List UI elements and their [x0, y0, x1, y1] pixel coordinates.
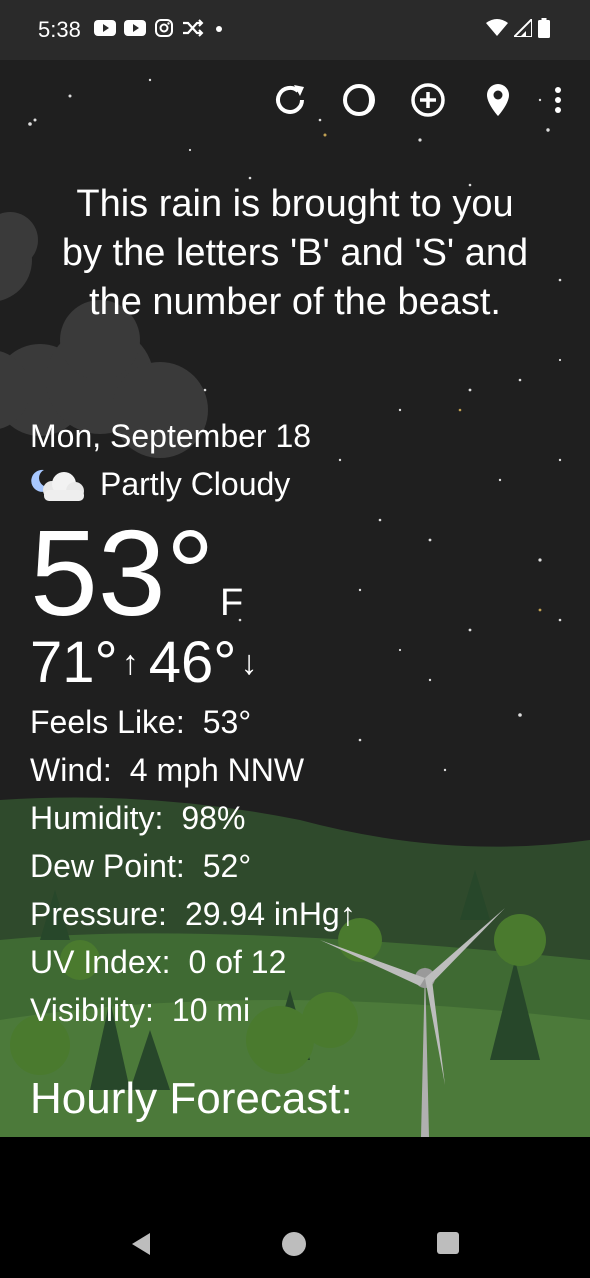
recents-icon — [437, 1232, 459, 1254]
shuffle-icon — [183, 19, 204, 37]
location-pin-icon — [487, 84, 509, 116]
high-low: 71° ↑ 46° ↓ — [30, 630, 267, 696]
detail-label: Feels Like: — [30, 704, 185, 740]
status-time: 5:38 — [38, 17, 81, 42]
temperature-unit: F — [220, 582, 244, 624]
cell-signal-icon — [514, 19, 532, 37]
navigation-bar — [0, 1137, 590, 1278]
more-vert-icon — [555, 87, 561, 113]
current-date: Mon, September 18 — [30, 418, 312, 454]
youtube-icon — [94, 20, 116, 36]
weather-screen[interactable]: This rain is brought to you by the lette… — [0, 60, 590, 1137]
detail-label: Visibility: — [30, 992, 154, 1028]
quote-line: by the letters 'B' and 'S' and — [61, 232, 529, 274]
detail-value: 4 mph NNW — [129, 752, 305, 788]
dot-icon — [216, 26, 222, 32]
detail-value: 29.94 inHg↑ — [184, 896, 356, 932]
back-button[interactable] — [128, 1231, 154, 1262]
detail-label: Pressure: — [30, 896, 167, 932]
home-icon — [282, 1232, 306, 1256]
detail-value: 53° — [202, 704, 252, 740]
arrow-down-icon: ↓ — [240, 644, 258, 682]
youtube-icon — [124, 20, 146, 36]
detail-value: 98% — [181, 800, 246, 836]
detail-humidity: Humidity: 98% — [30, 798, 245, 838]
location-button[interactable] — [478, 80, 518, 120]
detail-value: 0 of 12 — [188, 944, 287, 980]
detail-label: Humidity: — [30, 800, 164, 836]
detail-visibility: Visibility: 10 mi — [30, 990, 250, 1030]
detail-value: 10 mi — [171, 992, 251, 1028]
detail-feels-like: Feels Like: 53° — [30, 702, 251, 742]
more-options-button[interactable] — [538, 80, 578, 120]
detail-pressure: Pressure: 29.94 inHg↑ — [30, 894, 356, 934]
back-icon — [132, 1233, 150, 1255]
detail-uv-index: UV Index: 0 of 12 — [30, 942, 286, 982]
detail-label: Wind: — [30, 752, 112, 788]
detail-label: UV Index: — [30, 944, 171, 980]
instagram-icon — [155, 19, 173, 37]
add-location-icon — [411, 83, 445, 117]
wifi-icon — [486, 19, 508, 36]
current-temperature: 53° — [30, 505, 215, 641]
moon-phase-button[interactable] — [339, 80, 379, 120]
refresh-icon — [276, 85, 304, 114]
battery-icon — [538, 18, 550, 38]
weather-quote: This rain is brought to you by the lette… — [20, 180, 570, 327]
detail-value: 52° — [202, 848, 252, 884]
arrow-up-icon: ↑ — [121, 644, 139, 682]
quote-line: the number of the beast. — [89, 281, 501, 323]
moon-phase-icon — [343, 84, 375, 116]
home-button[interactable] — [281, 1231, 307, 1262]
detail-dew-point: Dew Point: 52° — [30, 846, 251, 886]
condition-row: Partly Cloudy — [30, 466, 290, 503]
high-temperature: 71° — [30, 630, 118, 695]
low-temperature: 46° — [148, 630, 237, 695]
quote-line: This rain is brought to you — [76, 183, 514, 225]
partly-cloudy-night-icon — [31, 469, 84, 501]
add-location-button[interactable] — [408, 80, 448, 120]
refresh-button[interactable] — [270, 80, 310, 120]
recents-button[interactable] — [436, 1231, 460, 1260]
condition-label: Partly Cloudy — [100, 466, 291, 502]
detail-wind: Wind: 4 mph NNW — [30, 750, 304, 790]
status-bar: 5:38 — [0, 0, 590, 60]
detail-label: Dew Point: — [30, 848, 185, 884]
hourly-forecast-title: Hourly Forecast: — [30, 1074, 353, 1123]
